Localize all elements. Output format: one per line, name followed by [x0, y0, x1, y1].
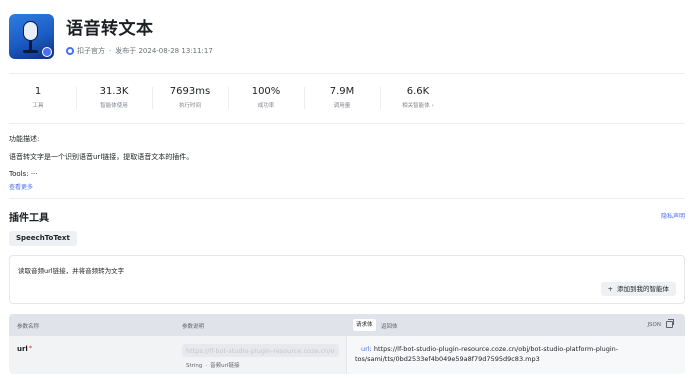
divider [9, 73, 685, 74]
show-more-link[interactable]: 查看更多 [9, 182, 193, 191]
plugin-title: 语音转文本 [66, 19, 154, 39]
url-param-input[interactable] [182, 344, 339, 357]
required-mark: * [28, 345, 32, 352]
stat-tools: 1 工具 [32, 86, 44, 109]
chevron-right-icon: › [431, 103, 434, 109]
divider [9, 123, 685, 124]
description-heading: 功能描述: [9, 135, 40, 143]
microphone-plugin-icon [9, 14, 54, 59]
related-agents-label: 相关智能体 [402, 103, 430, 109]
publish-date: 发布于 2024-08-28 13:11:17 [115, 47, 213, 55]
param-type: String · 音频url链接 [186, 361, 239, 369]
json-preview-text: url: https://lf-bot-studio-plugin-resour… [355, 345, 680, 364]
privacy-policy-link[interactable]: 隐私声明 [661, 211, 685, 220]
tab-request-body[interactable]: 请求体 [353, 319, 376, 331]
plugin-header: 语音转文本 扣子官方 · 发布于 2024-08-28 13:11:17 [9, 14, 213, 62]
stat-call-volume: 7.9M 调用量 [304, 85, 380, 111]
tool-tab-speechtotext[interactable]: SpeechToText [9, 231, 77, 246]
stat-exec-time: 7693ms 执行时间 [152, 85, 228, 111]
stats-bar: 1 工具 31.3K 智能体使用 7693ms 执行时间 100% 成功率 7.… [0, 85, 456, 111]
json-value: : https://lf-bot-studio-plugin-resource.… [355, 345, 619, 363]
official-badge-icon [42, 47, 52, 57]
plus-icon: + [607, 285, 613, 293]
json-key: url [361, 345, 370, 353]
type-separator: · [205, 363, 208, 369]
add-to-agent-label: 添加到我的智能体 [617, 285, 669, 293]
tab-return-body[interactable]: 返回体 [381, 322, 398, 330]
publisher-name[interactable]: 扣子官方 [77, 46, 105, 56]
plugin-meta: 扣子官方 · 发布于 2024-08-28 13:11:17 [66, 46, 213, 56]
col-param-desc: 参数说明 [182, 324, 205, 330]
json-label: JSON [647, 322, 661, 328]
param-name-label: url [17, 345, 28, 353]
copy-icon[interactable] [666, 319, 674, 328]
param-type-desc: 音频url链接 [210, 363, 240, 369]
plugin-description: 功能描述: 语音转文字是一个识别语音url链接，提取语音文本的插件。 Tools… [9, 134, 193, 191]
tool-card: 读取音频url链接，并将音频转为文字 + 添加到我的智能体 [9, 255, 685, 304]
meta-separator: · [109, 47, 112, 55]
table-row: url* String·音频url链接 url: https://lf-bot-… [9, 336, 685, 374]
divider [9, 198, 685, 199]
params-table: 参数名称 参数说明 请求体 返回体 JSON url* String·音频url… [9, 314, 685, 374]
params-header: 参数名称 参数说明 请求体 返回体 JSON [9, 314, 685, 336]
coze-logo-icon [66, 47, 74, 55]
description-tools: Tools: ··· [9, 170, 38, 178]
description-text: 语音转文字是一个识别语音url链接，提取语音文本的插件。 [9, 153, 194, 161]
stat-agent-usage: 31.3K 智能体使用 [76, 85, 152, 111]
stat-success-rate: 100% 成功率 [228, 85, 304, 111]
param-type-name: String [186, 363, 203, 369]
add-to-agent-button[interactable]: + 添加到我的智能体 [600, 282, 676, 296]
tools-section-title: 插件工具 [9, 213, 49, 224]
tool-description: 读取音频url链接，并将音频转为文字 [18, 267, 125, 275]
json-preview-panel: url: https://lf-bot-studio-plugin-resour… [346, 336, 685, 374]
stat-related-agents[interactable]: 6.6K 相关智能体 › [380, 85, 456, 111]
col-param-name: 参数名称 [17, 324, 40, 330]
param-name-url: url* [17, 345, 32, 353]
